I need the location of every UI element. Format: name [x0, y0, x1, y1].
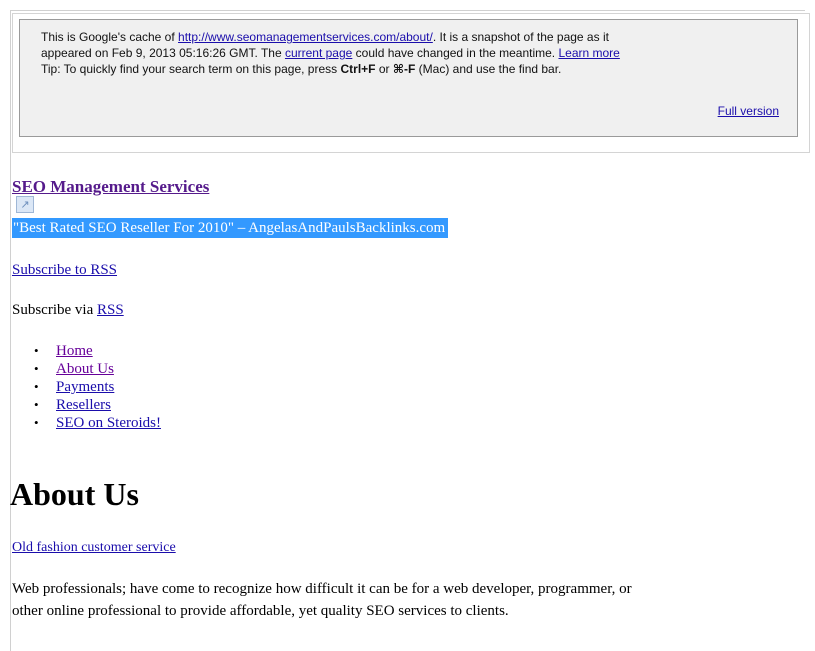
old-fashion-customer-service-link[interactable]: Old fashion customer service	[12, 540, 176, 555]
bullet-icon: •	[34, 415, 39, 430]
rss-link[interactable]: RSS	[97, 302, 124, 318]
nav-item-seo-on-steroids: • SEO on Steroids!	[34, 414, 161, 432]
site-tagline-selected: "Best Rated SEO Reseller For 2010" – Ang…	[12, 218, 449, 238]
body-paragraph-line-2: other online professional to provide aff…	[12, 603, 509, 619]
cached-url-link[interactable]: http://www.seomanagementservices.com/abo…	[178, 30, 433, 44]
subscribe-via-text: Subscribe via	[12, 302, 97, 318]
bullet-icon: •	[34, 343, 39, 358]
subheading-row: Old fashion customer service	[12, 540, 176, 556]
cache-tip-line: Tip: To quickly find your search term on…	[41, 61, 779, 77]
cache-notice-box: This is Google's cache of http://www.seo…	[19, 19, 798, 137]
tip-suffix: (Mac) and use the find bar.	[415, 62, 562, 76]
subscribe-rss-row: Subscribe to RSS	[12, 262, 117, 279]
bullet-icon: •	[34, 361, 39, 376]
nav-link-about-us[interactable]: About Us	[56, 360, 114, 378]
nav-link-home[interactable]: Home	[56, 342, 93, 360]
cache-change-text: could have changed in the meantime.	[352, 46, 559, 60]
bullet-icon: •	[34, 379, 39, 394]
learn-more-link[interactable]: Learn more	[558, 46, 619, 60]
nav-item-about-us: • About Us	[34, 360, 161, 378]
site-navigation: • Home • About Us • Payments • Resellers • SE…	[34, 342, 161, 432]
nav-item-resellers: • Resellers	[34, 396, 161, 414]
nav-item-payments: • Payments	[34, 378, 161, 396]
cache-date-text: appeared on Feb 9, 2013 05:16:26 GMT. Th…	[41, 46, 285, 60]
bullet-icon: •	[34, 397, 39, 412]
current-page-link[interactable]: current page	[285, 46, 352, 60]
body-paragraph: Web professionals; have come to recogniz…	[12, 578, 802, 622]
tip-prefix: Tip: To quickly find your search term on…	[41, 62, 341, 76]
full-version-link[interactable]: Full version	[718, 103, 779, 119]
site-title-link[interactable]: SEO Management Services	[12, 177, 209, 196]
body-paragraph-line-1: Web professionals; have come to recogniz…	[12, 581, 632, 597]
nav-link-resellers[interactable]: Resellers	[56, 396, 111, 414]
nav-link-payments[interactable]: Payments	[56, 378, 114, 396]
nav-link-seo-on-steroids[interactable]: SEO on Steroids!	[56, 414, 161, 432]
cache-notice-line-2: appeared on Feb 9, 2013 05:16:26 GMT. Th…	[41, 45, 779, 61]
tip-or: or	[375, 62, 393, 76]
cache-text-prefix: This is Google's cache of	[41, 30, 179, 44]
broken-image-icon: ↗	[16, 196, 34, 213]
subscribe-via-row: Subscribe via RSS	[12, 302, 124, 319]
site-title: SEO Management Services	[12, 177, 209, 197]
subscribe-to-rss-link[interactable]: Subscribe to RSS	[12, 262, 117, 278]
tip-key-cmd-f: ⌘-F	[392, 62, 416, 76]
cache-notice-line-1: This is Google's cache of http://www.seo…	[41, 29, 779, 45]
page-heading: About Us	[10, 476, 139, 512]
nav-item-home: • Home	[34, 342, 161, 360]
tip-key-ctrl-f: Ctrl+F	[340, 62, 376, 76]
cache-text-suffix: . It is a snapshot of the page as it	[432, 30, 609, 44]
